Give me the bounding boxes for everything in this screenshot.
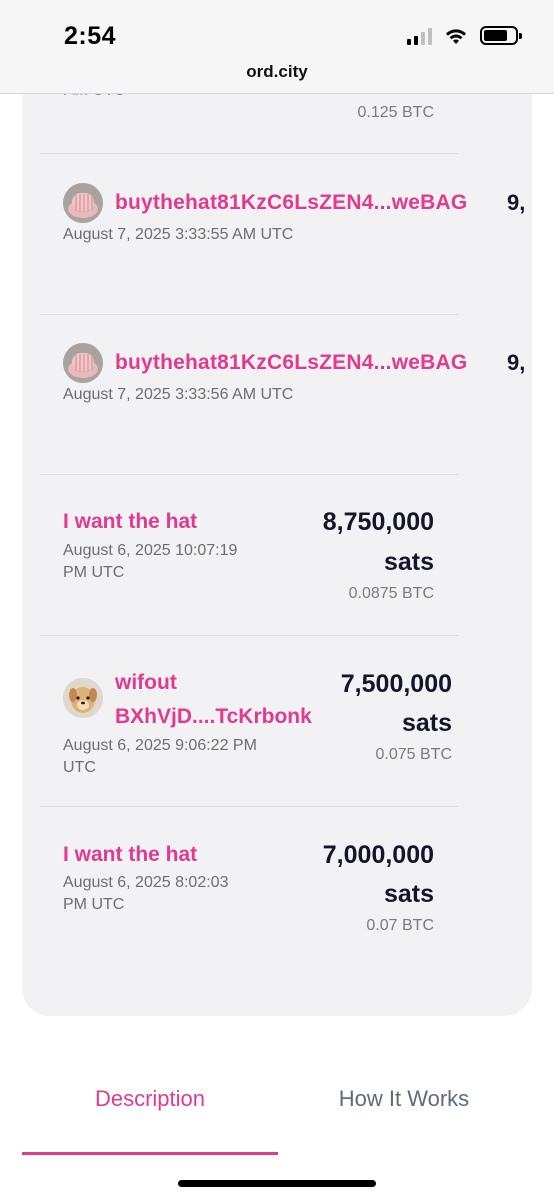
divider: [40, 474, 458, 475]
tab-description[interactable]: Description: [22, 1086, 278, 1112]
bid-amount-truncated: 9,: [507, 350, 526, 375]
tab-bar: Description How It Works: [0, 1060, 554, 1160]
divider: [40, 153, 458, 154]
bidder-name[interactable]: I want the hat: [63, 510, 197, 534]
bid-amount-truncated: 9,: [507, 190, 526, 215]
divider: [40, 635, 458, 636]
bidder-avatar[interactable]: [63, 678, 103, 718]
bid-date: August 7, 2025 3:33:56 AM UTC: [63, 386, 294, 403]
bid-unit: sats: [383, 880, 434, 908]
bid-date-line1: August 6, 2025 8:02:03: [63, 874, 229, 891]
bid-date-line1: August 6, 2025 9:06:22 PM: [63, 737, 257, 754]
bidder-avatar[interactable]: [63, 343, 103, 383]
bid-amount: 8,750,000: [322, 508, 434, 536]
bid-unit: sats: [383, 548, 434, 576]
tab-how-it-works[interactable]: How It Works: [278, 1086, 530, 1112]
cellular-signal-icon: [407, 27, 432, 45]
bidder-name[interactable]: I want the hat: [63, 843, 197, 867]
bidder-avatar[interactable]: [63, 183, 103, 223]
bid-date-line2: PM UTC: [63, 564, 125, 581]
bidder-address-line2[interactable]: BXhVjD....TcKrbonk: [115, 705, 312, 729]
bid-date: August 7, 2025 3:33:55 AM UTC: [63, 226, 294, 243]
divider: [40, 806, 458, 807]
hat-avatar-icon: [63, 343, 103, 383]
hat-avatar-icon: [63, 183, 103, 223]
bidder-name-line1[interactable]: wifout: [115, 671, 177, 695]
status-time: 2:54: [64, 22, 117, 50]
bid-btc: 0.07 BTC: [366, 917, 434, 934]
bid-amount: 7,000,000: [322, 841, 434, 869]
bid-amount: 7,500,000: [340, 670, 452, 698]
bidder-name[interactable]: buythehat81KzC6LsZEN4...weBAG: [115, 351, 467, 375]
divider: [40, 314, 458, 315]
battery-icon: [480, 26, 522, 45]
home-indicator[interactable]: [178, 1180, 376, 1187]
url-text[interactable]: ord.city: [246, 62, 307, 82]
dog-avatar-icon: [63, 678, 103, 718]
bidder-name[interactable]: buythehat81KzC6LsZEN4...weBAG: [115, 191, 467, 215]
bid-date-line2: UTC: [63, 759, 96, 776]
bid-date-line2: PM UTC: [63, 896, 125, 913]
status-bar: 2:54: [0, 0, 554, 56]
wifi-icon: [444, 27, 468, 45]
active-tab-indicator: [22, 1152, 278, 1155]
bid-unit: sats: [401, 709, 452, 737]
bid-btc: 0.0875 BTC: [348, 585, 434, 602]
bid-date-line1: August 6, 2025 10:07:19: [63, 542, 238, 559]
bid-btc: 0.075 BTC: [375, 746, 452, 763]
browser-url-bar[interactable]: ord.city: [0, 56, 554, 94]
bid-btc: 0.125 BTC: [357, 104, 434, 121]
system-icons: [407, 26, 522, 45]
